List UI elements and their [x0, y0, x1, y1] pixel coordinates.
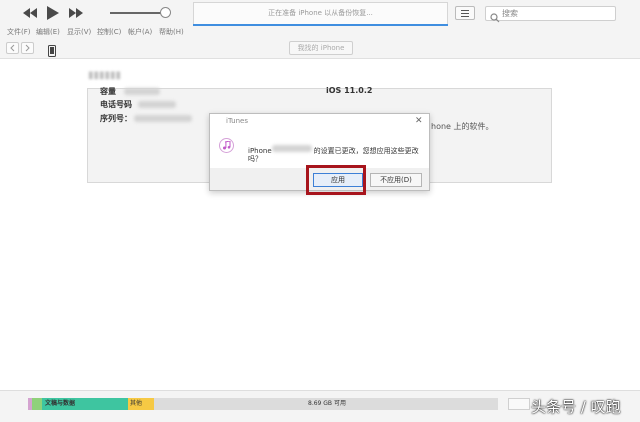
status-display: 正在准备 iPhone 以从备份恢复...: [193, 2, 448, 24]
forward-button[interactable]: [21, 42, 34, 54]
device-icon[interactable]: [48, 42, 56, 57]
storage-seg-other: 其他: [128, 398, 154, 410]
itunes-music-icon: [219, 138, 234, 153]
list-icon[interactable]: [455, 6, 475, 20]
menu-view[interactable]: 显示(V): [67, 26, 91, 38]
device-name-pill[interactable]: 我找的 iPhone: [289, 41, 353, 55]
ios-version: iOS 11.0.2: [326, 86, 373, 95]
dialog-message-text: 的设置已更改，您想应用这些更改: [313, 147, 419, 155]
sync-button[interactable]: [508, 398, 530, 410]
dont-apply-button[interactable]: 不应用(D): [370, 173, 422, 187]
ios-note: hone 上的软件。: [431, 122, 494, 131]
menu-help[interactable]: 帮助(H): [159, 26, 184, 38]
storage-seg-docs: 文稿与数据: [42, 398, 128, 410]
search-icon: [490, 8, 500, 23]
capacity-label: 容量: [100, 87, 116, 96]
play-icon[interactable]: [45, 4, 61, 22]
phone-value-redacted: [138, 101, 176, 108]
storage-bar: 文稿与数据 其他: [28, 398, 498, 410]
search-input[interactable]: 搜索: [485, 6, 616, 21]
menu-bar: 文件(F) 编辑(E) 显示(V) 控制(C) 帐户(A) 帮助(H): [0, 26, 640, 38]
volume-slider-knob[interactable]: [160, 7, 171, 18]
dialog-title: iTunes: [226, 117, 248, 125]
menu-account[interactable]: 帐户(A): [128, 26, 152, 38]
menu-controls[interactable]: 控制(C): [97, 26, 121, 38]
storage-free-label: 8.69 GB 可用: [308, 400, 346, 407]
section-title-blurred: ▮▮▮▮▮▮: [88, 70, 122, 81]
back-button[interactable]: [6, 42, 19, 54]
dialog-message-line-2: 吗？: [248, 155, 262, 163]
serial-value-redacted: [134, 115, 192, 122]
capacity-value-redacted: [124, 88, 160, 95]
menu-file[interactable]: 文件(F): [7, 26, 31, 38]
volume-slider-track[interactable]: [110, 12, 166, 14]
watermark-text: 头条号 / 叹跑: [531, 398, 621, 416]
close-icon[interactable]: ✕: [415, 116, 423, 126]
phone-number-label: 电话号码: [100, 100, 132, 109]
rewind-icon[interactable]: [22, 4, 38, 22]
serial-number-label: 序列号：: [100, 114, 132, 123]
highlight-box: [306, 165, 366, 195]
fast-forward-icon[interactable]: [68, 4, 84, 22]
menu-edit[interactable]: 编辑(E): [36, 26, 60, 38]
device-name-redacted: [272, 145, 312, 152]
storage-seg-green: [32, 398, 42, 410]
